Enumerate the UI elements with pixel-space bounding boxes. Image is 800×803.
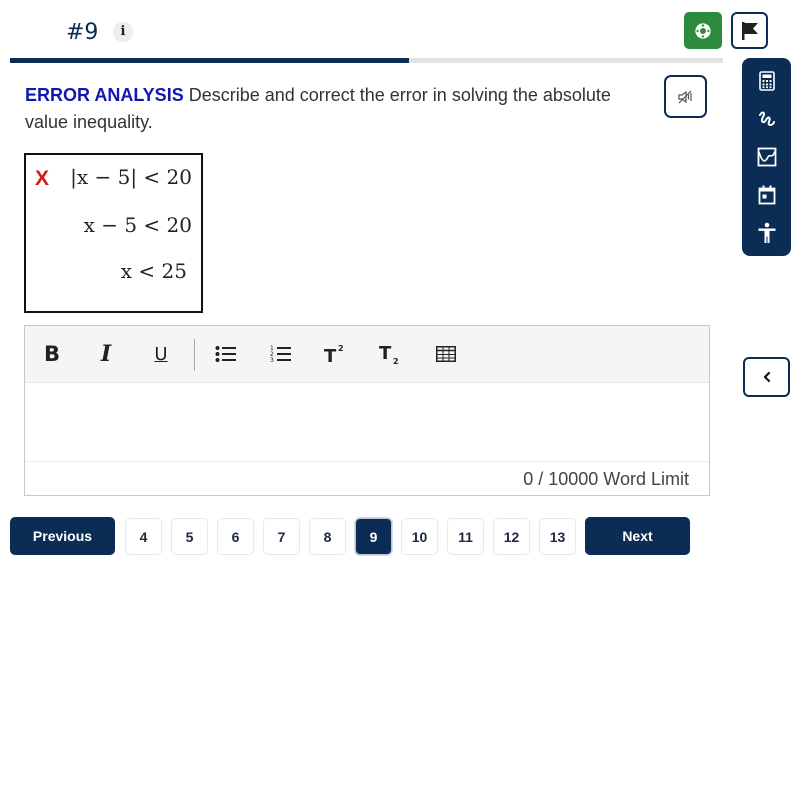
svg-text:2: 2 [338, 344, 344, 353]
bulleted-list-icon [215, 346, 236, 362]
bold-button[interactable]: B [41, 340, 63, 368]
subscript-button[interactable]: T 2 [378, 340, 404, 368]
scratchpad-tool[interactable] [752, 104, 782, 134]
numbered-list-icon: 1 2 3 [270, 345, 291, 364]
svg-text:2: 2 [393, 357, 399, 365]
next-button[interactable]: Next [585, 517, 690, 555]
page-button[interactable]: 8 [309, 518, 346, 555]
lifebuoy-icon [695, 22, 711, 39]
work-line-2: x − 5 < 20 [83, 213, 192, 237]
question-keyword: ERROR ANALYSIS [25, 85, 184, 105]
page-button[interactable]: 7 [263, 518, 300, 555]
tool-palette [742, 58, 791, 256]
svg-text:T: T [379, 343, 392, 364]
speaker-muted-icon [677, 90, 692, 103]
svg-text:3: 3 [270, 357, 274, 364]
superscript-icon: T 2 [324, 344, 344, 364]
accessibility-tool[interactable] [752, 218, 782, 248]
flag-button[interactable] [731, 12, 768, 49]
question-number: #9 [66, 20, 99, 45]
page-button[interactable]: 13 [539, 518, 576, 555]
question-prompt: ERROR ANALYSIS Describe and correct the … [25, 82, 625, 136]
svg-text:T: T [324, 346, 337, 364]
subscript-icon: T 2 [379, 343, 399, 365]
help-button[interactable] [684, 12, 722, 49]
progress-bar [10, 58, 723, 63]
underline-button[interactable]: U [150, 340, 172, 368]
student-work-box: X |x − 5| < 20 x − 5 < 20 x < 25 [24, 153, 203, 313]
page-button[interactable]: 4 [125, 518, 162, 555]
previous-button[interactable]: Previous [10, 517, 115, 555]
table-icon [436, 346, 456, 362]
page-button[interactable]: 5 [171, 518, 208, 555]
audio-toggle-button[interactable] [664, 75, 707, 118]
page-button[interactable]: 10 [401, 518, 438, 555]
progress-fill [10, 58, 410, 63]
answer-editor: B I U 1 2 3 T 2 T 2 0 / 10000 Word Limit [24, 325, 710, 496]
page-button[interactable]: 11 [447, 518, 484, 555]
info-button[interactable]: i [113, 22, 133, 42]
bulleted-list-button[interactable] [213, 340, 239, 368]
calendar-tool[interactable] [752, 180, 782, 210]
page-button[interactable]: 6 [217, 518, 254, 555]
graph-tool[interactable] [752, 142, 782, 172]
calculator-tool[interactable] [752, 66, 782, 96]
squiggle-icon [758, 111, 775, 126]
page-button[interactable]: 12 [493, 518, 530, 555]
calendar-icon [758, 185, 775, 205]
calculator-icon [758, 71, 775, 91]
superscript-button[interactable]: T 2 [323, 340, 349, 368]
word-count: 0 / 10000 Word Limit [25, 461, 709, 495]
flag-icon [741, 21, 758, 40]
work-line-1: |x − 5| < 20 [70, 165, 192, 189]
chevron-left-icon [763, 371, 770, 383]
toolbar-divider [194, 339, 195, 371]
error-mark: X [35, 167, 50, 190]
work-line-3: x < 25 [120, 259, 187, 283]
insert-table-button[interactable] [433, 340, 459, 368]
collapse-panel-button[interactable] [743, 357, 790, 397]
answer-text-area[interactable] [25, 383, 709, 461]
italic-button[interactable]: I [95, 340, 117, 368]
page-button[interactable]: 9 [355, 518, 392, 555]
graph-icon [757, 147, 776, 167]
accessibility-icon [758, 222, 775, 243]
editor-toolbar: B I U 1 2 3 T 2 T 2 [25, 326, 709, 383]
numbered-list-button[interactable]: 1 2 3 [268, 340, 294, 368]
